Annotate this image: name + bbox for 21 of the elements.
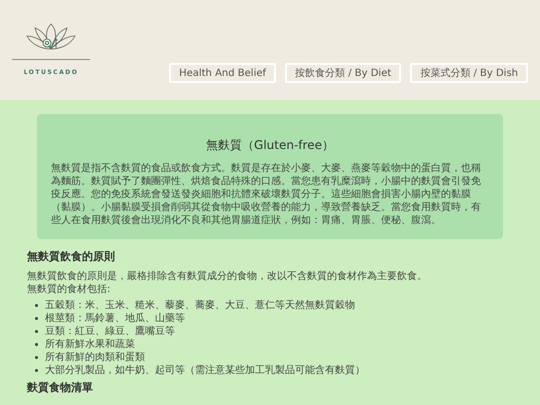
bullet-icon [35, 304, 38, 306]
section-heading: 麩質食物清單 [27, 380, 94, 396]
bullet-icon [35, 330, 38, 332]
list-item: 五穀類：米、玉米、糙米、藜麥、蕎麥、大豆、薏仁等天然無麩質穀物 [45, 298, 355, 312]
list-item: 豆類：紅豆、綠豆、鷹嘴豆等 [45, 324, 175, 338]
bullet-icon [35, 316, 38, 320]
list-item: 所有新鮮的肉類和蛋類 [45, 350, 145, 364]
bullet-icon [35, 368, 38, 372]
list-item: 所有新鮮水果和蔬菜 [45, 338, 135, 350]
nav-button[interactable]: 按菜式分類 / By Dish [410, 63, 528, 83]
list-item: 大部分乳製品，如牛奶、起司等（需注意某些加工乳製品可能含有麩質） [45, 364, 365, 376]
card-title: 無麩質（Gluten-free） [205, 137, 335, 154]
section-heading: 無麩質飲食的原則 [27, 249, 116, 265]
nav-button[interactable]: Health And Belief [169, 63, 276, 83]
list-item: 根莖類：馬鈴薯、地瓜、山藥等 [45, 312, 185, 324]
bullet-icon [35, 342, 38, 346]
body-text: 無麩質的食材包括: [27, 282, 112, 296]
nav-button[interactable]: 按飲食分類 / By Diet [285, 63, 402, 83]
bullet-icon [35, 356, 38, 358]
intro-paragraph: 無麩質是指不含麩質的食品或飲食方式。麩質是存在於小麥、大麥、燕麥等穀物中的蛋白質，也稱為麵筋。麩質賦予了麵團彈性、烘焙食品特殊的口感。當您患有乳糜瀉時，小腸中的麩質會引發免疫反應。您的免疫系統會發送發炎細胞和抗體來破壞麩質分子。這些細胞會損害小腸內壁的黏膜（黏膜）。小腸黏膜受損會削弱其從食物中吸收營養的能力，導致營養缺乏。當您食用麩質時，有些人在食用麩質後會出現消化不良和其他胃腸道症狀，例如：胃痛、胃脹、便秘、腹瀉。 [51, 162, 482, 227]
body-text: 無麩質飲食的原則是，嚴格排除含有麩質成分的食物，改以不含麩質的食材作為主要飲食。 [27, 270, 428, 282]
